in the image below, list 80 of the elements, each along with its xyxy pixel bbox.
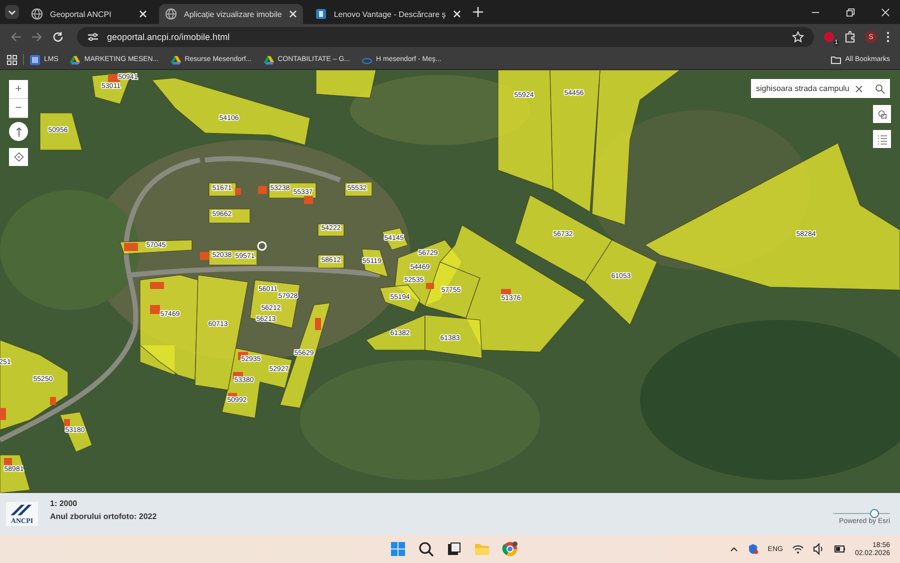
building-shape bbox=[124, 243, 138, 251]
star-icon[interactable] bbox=[792, 31, 804, 43]
folder-icon bbox=[831, 54, 842, 64]
app-icon bbox=[314, 8, 327, 20]
building-shape bbox=[200, 252, 209, 260]
building-shape bbox=[315, 318, 321, 330]
building-shape bbox=[108, 74, 120, 82]
address-bar[interactable]: geoportal.ancpi.ro/imobile.html bbox=[77, 27, 814, 47]
restore-icon[interactable] bbox=[846, 8, 855, 16]
site-settings-icon[interactable] bbox=[87, 31, 99, 43]
parcel-shape[interactable] bbox=[208, 208, 250, 224]
slider-thumb[interactable] bbox=[870, 509, 880, 518]
puzzle-icon[interactable] bbox=[844, 31, 856, 43]
battery-icon[interactable] bbox=[834, 543, 846, 555]
speaker-icon[interactable] bbox=[812, 543, 825, 555]
search-icon[interactable] bbox=[875, 84, 886, 94]
building-shape bbox=[4, 458, 12, 466]
zoom-out-button[interactable]: − bbox=[9, 99, 28, 118]
north-arrow-icon bbox=[14, 126, 22, 138]
parcel-shape[interactable] bbox=[344, 182, 372, 196]
diamond-icon bbox=[14, 152, 24, 162]
parcel-shape[interactable] bbox=[380, 284, 420, 312]
browser-tab[interactable]: Aplicație vizualizare imobile bbox=[159, 4, 303, 24]
parcel-shape[interactable] bbox=[366, 314, 426, 350]
apps-grid-icon[interactable] bbox=[7, 54, 17, 64]
search-field[interactable]: sighisoara strada campulu bbox=[751, 79, 890, 98]
parcel-shape[interactable] bbox=[318, 254, 344, 268]
building-shape bbox=[501, 289, 511, 295]
reload-icon[interactable] bbox=[52, 31, 64, 43]
zoom-in-button[interactable]: + bbox=[9, 80, 28, 99]
ortho-year-text: Anul zborului ortofoto: 2022 bbox=[50, 512, 157, 521]
new-tab-icon[interactable] bbox=[472, 7, 483, 17]
building-shape bbox=[235, 188, 241, 195]
browser-tab[interactable]: Lenovo Vantage - Descărcare ş bbox=[308, 4, 467, 24]
close-icon[interactable] bbox=[139, 10, 147, 18]
building-shape bbox=[64, 419, 70, 428]
building-shape bbox=[0, 408, 6, 420]
browser-tab[interactable]: Geoportal ANCPI bbox=[25, 4, 153, 24]
triangle-logo-icon bbox=[264, 54, 274, 64]
globe-icon bbox=[165, 8, 177, 20]
menu-icon[interactable] bbox=[886, 31, 890, 43]
building-shape bbox=[50, 397, 56, 405]
extension-icon bbox=[823, 31, 835, 43]
map-scale: 1: 2000 bbox=[50, 499, 78, 508]
chevron-up-icon[interactable] bbox=[730, 545, 738, 553]
parcel-shape[interactable] bbox=[318, 224, 344, 236]
legend-button[interactable] bbox=[873, 130, 891, 148]
grid-logo-icon bbox=[30, 54, 40, 64]
triangle-logo-icon bbox=[70, 54, 80, 64]
parcel-shape[interactable] bbox=[250, 280, 300, 328]
location-marker bbox=[257, 241, 267, 251]
locate-button[interactable] bbox=[9, 148, 28, 166]
close-icon[interactable] bbox=[452, 10, 461, 18]
building-shape bbox=[150, 282, 164, 289]
building-shape bbox=[426, 283, 434, 289]
triangle-logo-icon bbox=[170, 54, 181, 64]
back-icon[interactable] bbox=[10, 31, 22, 43]
tab-list-icon[interactable] bbox=[5, 5, 19, 19]
clear-icon[interactable] bbox=[855, 84, 864, 92]
parcel-shape[interactable] bbox=[268, 182, 316, 198]
globe-icon bbox=[31, 8, 43, 20]
layers-icon bbox=[876, 108, 888, 120]
parcel-shape[interactable] bbox=[0, 454, 30, 493]
wifi-icon[interactable] bbox=[792, 543, 804, 555]
forward-icon[interactable] bbox=[31, 31, 43, 43]
browser-icon[interactable] bbox=[502, 541, 518, 557]
building-shape bbox=[304, 196, 313, 204]
task-view-icon[interactable] bbox=[446, 541, 462, 557]
parcel-shape[interactable] bbox=[208, 182, 236, 196]
list-icon bbox=[876, 134, 888, 144]
shield-icon[interactable] bbox=[746, 543, 759, 555]
close-icon[interactable] bbox=[881, 8, 890, 16]
parcel-shape[interactable] bbox=[60, 412, 92, 452]
layers-button[interactable] bbox=[873, 105, 891, 123]
close-icon[interactable] bbox=[288, 10, 297, 18]
parcel-shape[interactable] bbox=[208, 250, 258, 266]
building-shape bbox=[150, 305, 160, 314]
windows-start-icon[interactable] bbox=[390, 541, 406, 557]
search-icon[interactable] bbox=[418, 541, 434, 557]
building-shape bbox=[258, 186, 267, 194]
